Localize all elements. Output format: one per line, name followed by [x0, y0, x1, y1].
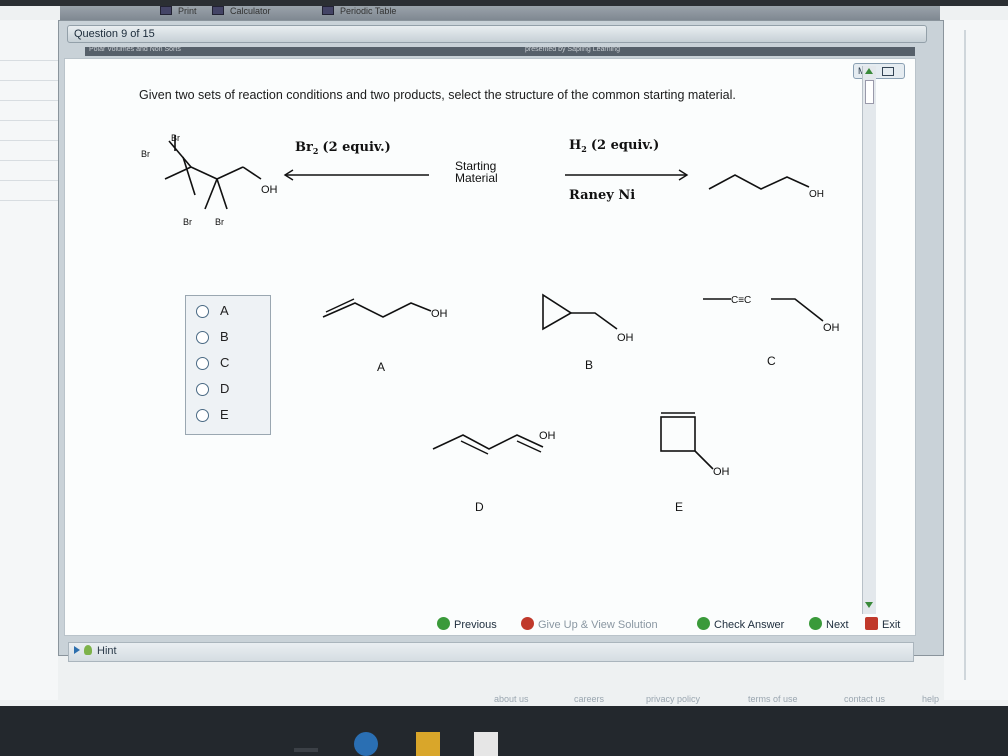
svg-text:OH: OH: [539, 430, 556, 442]
check-answer-button[interactable]: Check Answer: [697, 617, 784, 631]
tool-bar: Print Calculator Periodic Table: [60, 6, 940, 20]
br-label-bottom-right: Br: [215, 217, 224, 227]
taskbar-browser-icon[interactable]: [354, 732, 378, 756]
footer-careers[interactable]: careers: [574, 694, 604, 704]
scroll-thumb[interactable]: [865, 80, 874, 104]
structure-e-label: E: [675, 500, 683, 514]
br-label-left: Br: [141, 149, 150, 159]
left-background-panel: [0, 20, 58, 700]
vertical-scrollbar[interactable]: [862, 66, 876, 614]
butanol-product: [708, 174, 810, 190]
scroll-down-icon[interactable]: [865, 602, 873, 608]
footer-terms[interactable]: terms of use: [748, 694, 798, 704]
tetrabromo-product: [164, 135, 262, 210]
print-tab[interactable]: Print: [178, 6, 197, 16]
calculator-icon[interactable]: [212, 6, 224, 15]
structure-e: OH E: [660, 412, 730, 514]
previous-icon: [437, 617, 450, 630]
check-icon: [697, 617, 710, 630]
calculator-tab[interactable]: Calculator: [230, 6, 271, 16]
br-label-top: Br: [171, 133, 180, 143]
structure-a: OH A: [322, 298, 448, 374]
print-icon[interactable]: [160, 6, 172, 15]
expand-arrow-icon: [74, 646, 80, 654]
svg-text:C≡C: C≡C: [731, 295, 751, 306]
exit-icon: [865, 617, 878, 630]
periodic-table-icon[interactable]: [322, 6, 334, 15]
structure-b-label: B: [585, 358, 593, 372]
next-icon: [809, 617, 822, 630]
hint-bar: [68, 642, 914, 662]
structure-d: OH D: [432, 430, 556, 514]
footer-help[interactable]: help: [922, 694, 939, 704]
screen: Print Calculator Periodic Table Question…: [0, 6, 1008, 706]
structure-c-label: C: [767, 354, 776, 368]
radio-d[interactable]: [196, 383, 209, 396]
assignment-title: Polar Volumes and Non Sorts: [89, 46, 181, 53]
next-button[interactable]: Next: [809, 617, 849, 631]
oh-label-right-product: OH: [809, 189, 824, 200]
scroll-up-icon[interactable]: [865, 68, 873, 74]
structure-b: OH B: [542, 293, 634, 372]
svg-text:OH: OH: [431, 308, 448, 320]
oh-label-left-product: OH: [261, 184, 278, 196]
svg-text:OH: OH: [823, 322, 840, 334]
give-up-icon: [521, 617, 534, 630]
hint-toggle[interactable]: Hint: [74, 645, 117, 657]
question-counter: Question 9 of 15: [74, 28, 155, 40]
structure-c: C≡C OH C: [703, 295, 840, 368]
footer-about[interactable]: about us: [494, 694, 529, 704]
footer-contact[interactable]: contact us: [844, 694, 885, 704]
starting-label-line2: Material: [455, 171, 498, 185]
lightbulb-icon: [84, 645, 92, 655]
svg-text:OH: OH: [617, 332, 634, 344]
structure-d-label: D: [475, 500, 484, 514]
radio-c[interactable]: [196, 357, 209, 370]
taskbar: [0, 706, 1008, 756]
right-catalyst: Raney Ni: [569, 188, 635, 203]
svg-text:OH: OH: [713, 466, 730, 478]
radio-e[interactable]: [196, 409, 209, 422]
publisher-credit: presented by Sapling Learning: [525, 46, 620, 53]
radio-b[interactable]: [196, 331, 209, 344]
periodic-table-tab[interactable]: Periodic Table: [340, 6, 396, 16]
footer-privacy[interactable]: privacy policy: [646, 694, 700, 704]
right-background-panel: [944, 20, 1008, 700]
previous-button[interactable]: Previous: [437, 617, 497, 631]
exit-button[interactable]: Exit: [865, 617, 900, 631]
question-panel: Map Given two sets of reaction condition…: [64, 58, 916, 636]
structure-a-label: A: [377, 360, 385, 374]
br-label-bottom-left: Br: [183, 217, 192, 227]
right-reagent: H2 (2 equiv.): [569, 138, 659, 154]
taskbar-task-view-icon[interactable]: [294, 748, 318, 752]
taskbar-folder-icon[interactable]: [416, 732, 440, 756]
left-reagent: Br2 (2 equiv.): [295, 140, 391, 156]
give-up-button[interactable]: Give Up & View Solution: [521, 617, 658, 631]
answer-choices: A B C D E: [185, 295, 271, 435]
radio-a[interactable]: [196, 305, 209, 318]
question-header: Question 9 of 15: [67, 25, 927, 43]
assignment-strip: Polar Volumes and Non Sorts presented by…: [85, 46, 915, 56]
taskbar-store-icon[interactable]: [474, 732, 498, 756]
